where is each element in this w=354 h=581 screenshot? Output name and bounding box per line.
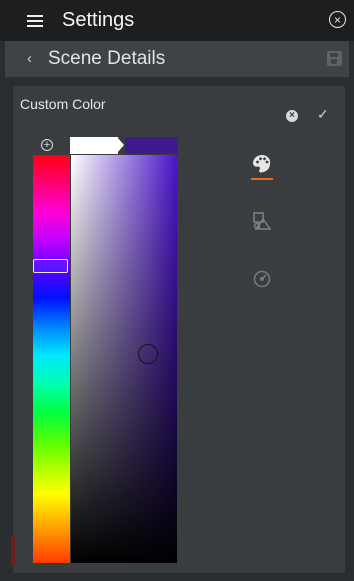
close-icon[interactable]: × [329, 11, 346, 28]
dial-icon[interactable] [253, 270, 271, 288]
previous-color-swatch [70, 137, 118, 154]
swatch-arrow-icon [117, 137, 124, 153]
confirm-check-icon[interactable]: ✓ [317, 106, 329, 123]
save-icon[interactable] [327, 51, 342, 66]
shapes-icon[interactable] [252, 211, 272, 231]
add-color-icon[interactable]: + [41, 139, 53, 151]
cancel-icon[interactable]: × [286, 110, 298, 122]
decorative-accent [11, 536, 15, 566]
active-tab-indicator [251, 178, 273, 180]
hamburger-icon[interactable] [27, 15, 43, 27]
page-title: Scene Details [48, 48, 166, 69]
palette-icon[interactable] [250, 152, 274, 176]
app-title: Settings [62, 9, 135, 31]
saturation-value-handle[interactable] [138, 344, 158, 364]
panel-title: Custom Color [20, 96, 106, 112]
selected-color-swatch [125, 137, 178, 154]
app-bar: Settings × [0, 0, 354, 41]
scene-details-header: ‹ Scene Details [5, 41, 349, 77]
hue-slider-handle[interactable] [33, 259, 68, 273]
back-chevron-icon[interactable]: ‹ [27, 50, 32, 67]
hue-slider[interactable] [33, 155, 70, 563]
saturation-value-area[interactable] [71, 155, 177, 563]
